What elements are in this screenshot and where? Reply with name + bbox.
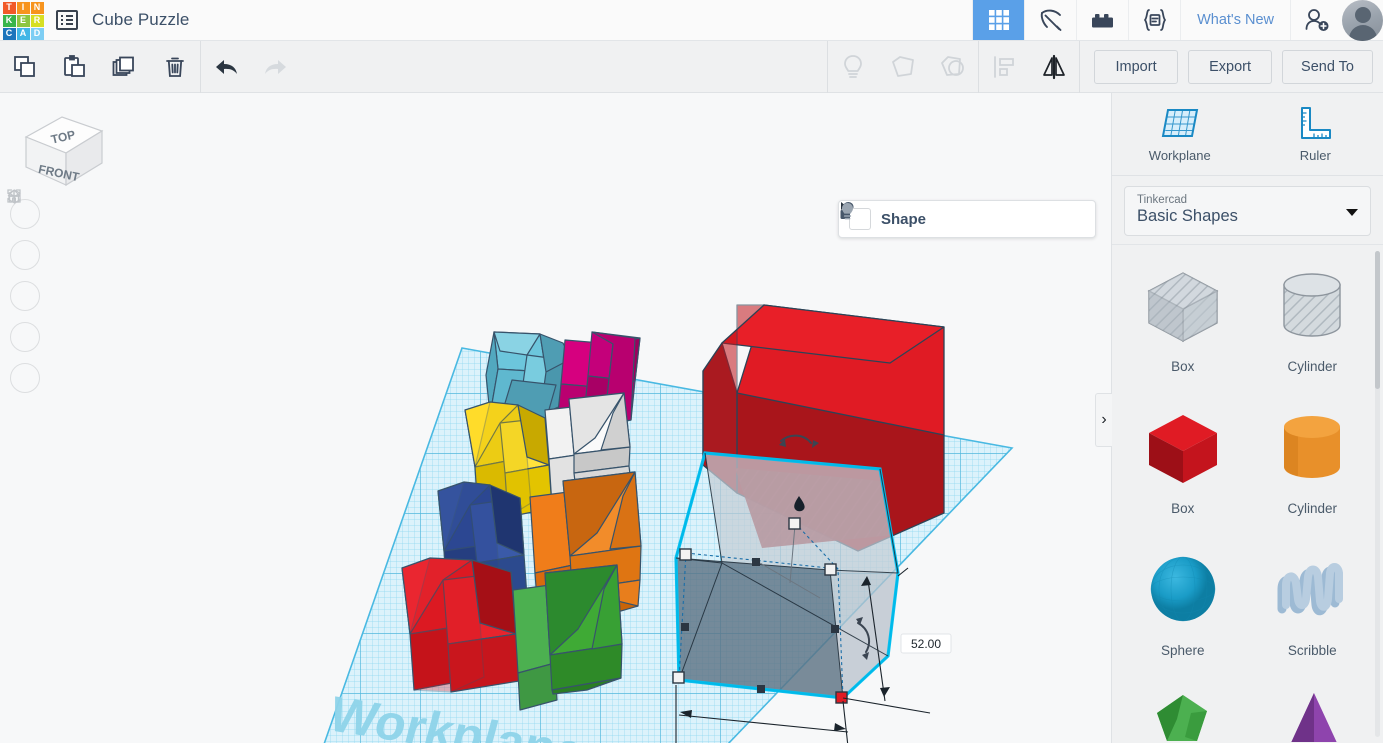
pickaxe-icon[interactable] xyxy=(1024,0,1076,40)
ruler-tool[interactable]: Ruler xyxy=(1248,93,1383,175)
logo-tile-c: C xyxy=(2,27,16,40)
shapes-sidebar: Workplane Ruler Tinkercad Basic Shapes B… xyxy=(1111,93,1383,743)
cylinder-hole-icon xyxy=(1283,273,1341,337)
copy-button[interactable] xyxy=(0,41,50,93)
group-button xyxy=(878,41,928,93)
zoom-in-button[interactable] xyxy=(8,190,40,311)
shape-sphere[interactable]: Sphere xyxy=(1118,539,1248,679)
shape-box-hole[interactable]: Box xyxy=(1118,255,1248,395)
perspective-cube-icon xyxy=(8,189,21,204)
cylinder-solid-icon xyxy=(1284,416,1341,478)
logo-tile-r: R xyxy=(30,14,44,27)
logo-tile-e: E xyxy=(16,14,30,27)
dimension-label-depth: 52.00 xyxy=(900,633,952,654)
grid-view-icon[interactable] xyxy=(972,0,1025,40)
import-button[interactable]: Import xyxy=(1094,49,1179,84)
undo-button[interactable] xyxy=(201,41,251,93)
design-canvas[interactable]: Workplane 52.00 TOP FRONT Shape xyxy=(0,93,1111,743)
add-person-icon[interactable] xyxy=(1290,0,1342,40)
box-hole-icon xyxy=(1147,272,1219,343)
logo-tile-k: K xyxy=(2,14,16,27)
delete-button[interactable] xyxy=(150,41,200,93)
brick-icon[interactable] xyxy=(1076,0,1128,40)
shape-box-hole-label: Box xyxy=(1171,359,1195,374)
duplicate-button[interactable] xyxy=(100,41,150,93)
shape-cylinder-orange[interactable]: Cylinder xyxy=(1248,397,1378,537)
logo-tile-i: I xyxy=(16,1,30,14)
export-button[interactable]: Export xyxy=(1188,49,1273,84)
shape-cone-purple[interactable] xyxy=(1248,681,1378,742)
workplane-grid-icon xyxy=(1161,108,1198,137)
top-bar: T I N K E R C A D Cube Puzzle What's New xyxy=(0,0,1383,41)
box-solid-icon xyxy=(1148,415,1217,483)
list-menu-icon xyxy=(56,10,78,30)
sidebar-collapse-button[interactable]: › xyxy=(1095,393,1112,447)
shape-library-grid: Box Cylinder Box Cylinder Sphere Scribbl… xyxy=(1112,244,1383,742)
mirror-button[interactable] xyxy=(1029,41,1079,93)
shape-properties-panel[interactable]: Shape xyxy=(838,200,1096,238)
projection-toggle-button[interactable] xyxy=(8,189,40,393)
edit-toolbar: Import Export Send To xyxy=(0,40,1383,93)
ruler-icon xyxy=(1301,106,1332,139)
tinkercad-logo[interactable]: T I N K E R C A D xyxy=(0,0,44,41)
shape-library-selector-wrap: Tinkercad Basic Shapes xyxy=(1112,176,1383,244)
sidebar-tool-row: Workplane Ruler xyxy=(1112,93,1383,176)
workplane-tool[interactable]: Workplane xyxy=(1112,93,1248,175)
logo-tile-t: T xyxy=(2,1,16,14)
shape-cylinder-hole-label: Cylinder xyxy=(1287,359,1338,374)
align-button xyxy=(979,41,1029,93)
avatar[interactable] xyxy=(1342,0,1383,41)
shape-library-value: Basic Shapes xyxy=(1137,207,1238,225)
ungroup-button xyxy=(928,41,978,93)
shape-box-red-label: Box xyxy=(1171,501,1195,516)
toolbar-divider-4 xyxy=(1079,40,1081,93)
clipboard-tool-group xyxy=(0,41,200,93)
fit-view-button[interactable] xyxy=(7,189,40,270)
dimension-value-depth: 52.00 xyxy=(911,637,941,651)
shape-cylinder-orange-label: Cylinder xyxy=(1287,501,1338,516)
history-tool-group xyxy=(201,41,301,93)
scribble-icon xyxy=(1277,563,1344,616)
sidebar-scrollbar-thumb[interactable] xyxy=(1375,251,1380,389)
view-cube[interactable]: TOP FRONT xyxy=(14,109,108,199)
shape-library-collection: Tinkercad xyxy=(1137,194,1188,206)
paste-button[interactable] xyxy=(50,41,100,93)
arrange-tool-group xyxy=(979,41,1079,93)
puzzle-piece-red xyxy=(401,557,520,693)
topbar-right-group: What's New xyxy=(972,0,1383,41)
document-menu-button[interactable] xyxy=(44,0,90,40)
shape-panel-title: Shape xyxy=(881,210,927,228)
shape-sphere-label: Sphere xyxy=(1160,643,1205,658)
tinkercad-app: T I N K E R C A D Cube Puzzle What's New… xyxy=(0,0,1383,743)
object-tool-group xyxy=(828,41,978,93)
sphere-icon xyxy=(1150,556,1216,622)
zoom-out-button[interactable] xyxy=(8,195,40,352)
shape-polyhedron-green[interactable] xyxy=(1118,681,1248,742)
ruler-tool-label: Ruler xyxy=(1299,147,1331,163)
shape-scribble[interactable]: Scribble xyxy=(1248,539,1378,679)
shape-cylinder-hole[interactable]: Cylinder xyxy=(1248,255,1378,395)
whats-new-link[interactable]: What's New xyxy=(1180,0,1290,40)
shape-library-selector[interactable]: Tinkercad Basic Shapes xyxy=(1124,186,1371,236)
cone-icon xyxy=(1291,693,1337,742)
shape-scribble-label: Scribble xyxy=(1287,643,1337,658)
view-nav-controls xyxy=(6,188,106,393)
redo-button xyxy=(251,41,301,93)
shape-box-red[interactable]: Box xyxy=(1118,397,1248,537)
page-title: Cube Puzzle xyxy=(92,10,190,29)
codeblocks-icon[interactable] xyxy=(1128,0,1180,40)
logo-tile-d: D xyxy=(30,27,44,40)
shape-items-container: Box Cylinder Box Cylinder Sphere Scribbl… xyxy=(1112,255,1383,742)
polyhedron-icon xyxy=(1156,695,1207,741)
chevron-down-icon xyxy=(1346,209,1358,216)
workplane-tool-label: Workplane xyxy=(1148,147,1211,163)
scene-3d[interactable]: Workplane 52.00 xyxy=(0,93,1111,743)
logo-tile-n: N xyxy=(30,1,44,14)
hole-light-button xyxy=(828,41,878,93)
send-to-button[interactable]: Send To xyxy=(1282,49,1373,84)
logo-tile-a: A xyxy=(16,27,30,40)
